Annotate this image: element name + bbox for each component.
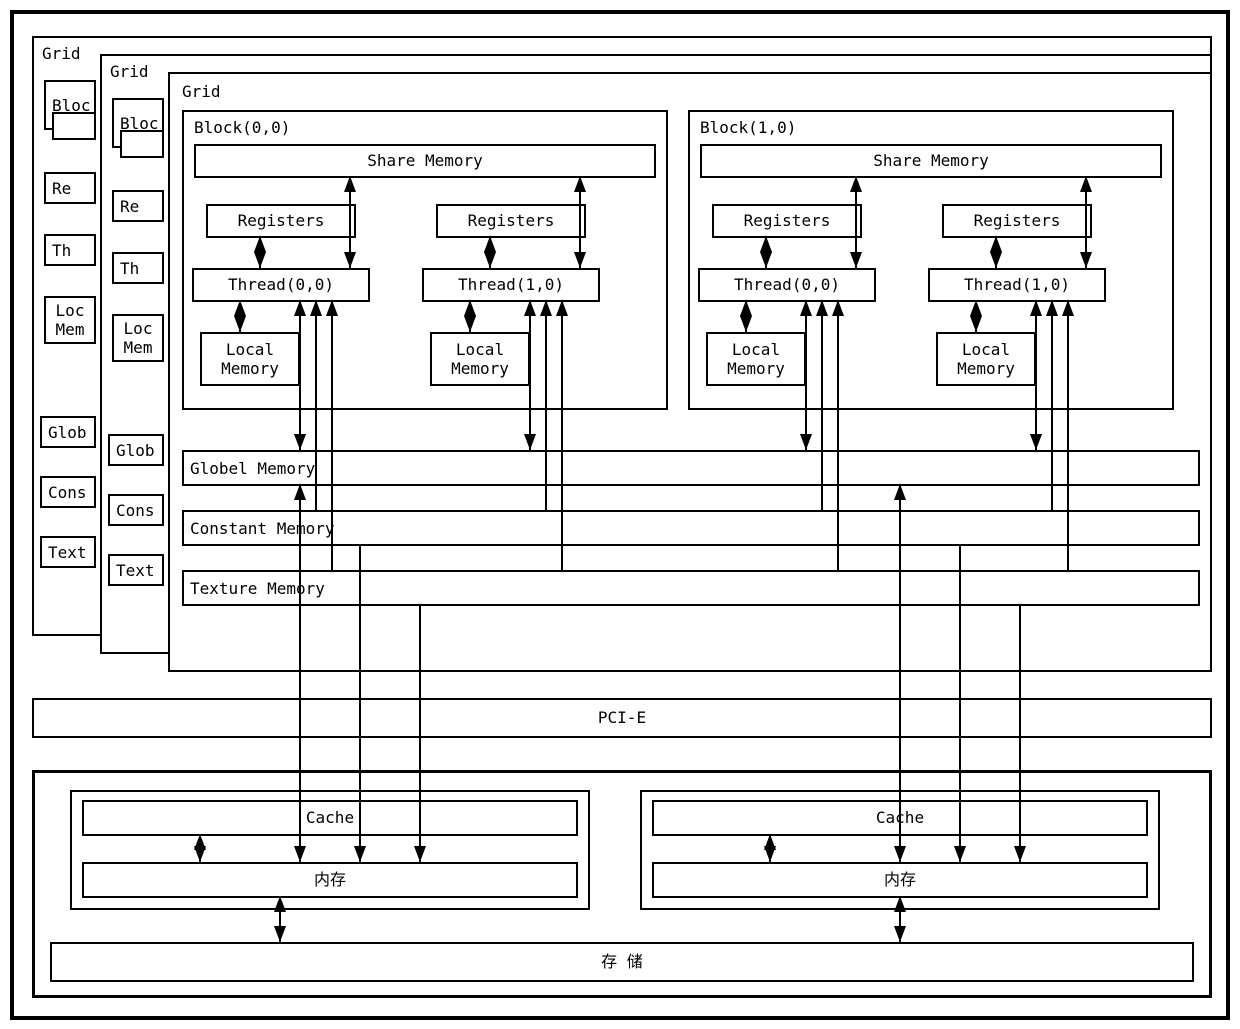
share-memory-0: Share Memory <box>194 144 656 178</box>
back-constant-partial: Cons <box>40 476 96 508</box>
pcie-bus: PCI-E <box>32 698 1212 738</box>
mid-global-partial: Glob <box>108 434 164 466</box>
mid-constant-partial: Cons <box>108 494 164 526</box>
registers-10: Registers <box>712 204 862 238</box>
thread-11: Thread(1,0) <box>928 268 1106 302</box>
mid-thread-partial: Th <box>112 252 164 284</box>
cache-1: Cache <box>652 800 1148 836</box>
back-texture-partial: Text <box>40 536 96 568</box>
global-memory: Globel Memory <box>182 450 1200 486</box>
local-memory-11: Local Memory <box>936 332 1036 386</box>
ram-0: 内存 <box>82 862 578 898</box>
back-sm-partial <box>52 112 96 140</box>
mid-reg-partial: Re <box>112 190 164 222</box>
registers-01: Registers <box>436 204 586 238</box>
mid-local-partial: Loc Mem <box>112 314 164 362</box>
registers-11: Registers <box>942 204 1092 238</box>
grid-front-label: Grid <box>180 82 223 101</box>
back-global-partial: Glob <box>40 416 96 448</box>
mid-sm-partial <box>120 130 164 158</box>
mid-texture-partial: Text <box>108 554 164 586</box>
back-thread-partial: Th <box>44 234 96 266</box>
share-memory-1: Share Memory <box>700 144 1162 178</box>
cache-0: Cache <box>82 800 578 836</box>
local-memory-10: Local Memory <box>706 332 806 386</box>
ram-1: 内存 <box>652 862 1148 898</box>
registers-00: Registers <box>206 204 356 238</box>
grid-back-label: Grid <box>40 44 83 63</box>
texture-memory: Texture Memory <box>182 570 1200 606</box>
back-reg-partial: Re <box>44 172 96 204</box>
local-memory-00: Local Memory <box>200 332 300 386</box>
thread-00: Thread(0,0) <box>192 268 370 302</box>
back-local-partial: Loc Mem <box>44 296 96 344</box>
constant-memory: Constant Memory <box>182 510 1200 546</box>
block-00-label: Block(0,0) <box>192 118 292 137</box>
thread-10: Thread(0,0) <box>698 268 876 302</box>
local-memory-01: Local Memory <box>430 332 530 386</box>
block-10-label: Block(1,0) <box>698 118 798 137</box>
storage: 存 储 <box>50 942 1194 982</box>
grid-middle-label: Grid <box>108 62 151 81</box>
thread-01: Thread(1,0) <box>422 268 600 302</box>
